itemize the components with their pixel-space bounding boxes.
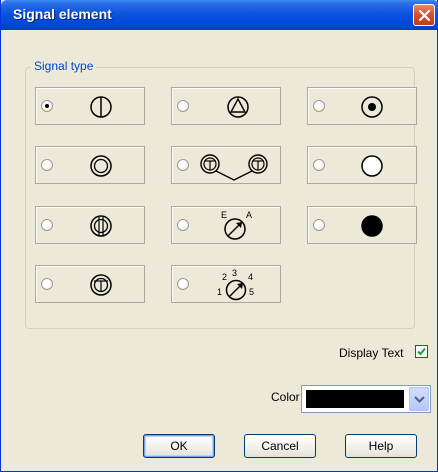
option-meter-multi[interactable]: 2 3 4 1 5 bbox=[171, 265, 281, 303]
double-t-lamps-icon bbox=[200, 154, 268, 181]
color-dropdown-button[interactable] bbox=[409, 387, 429, 411]
double-circle-icon bbox=[90, 155, 112, 177]
option-lamp-double-ring[interactable] bbox=[35, 146, 145, 184]
gauge-multi-icon: 2 3 4 1 5 bbox=[217, 268, 254, 301]
gauge-ea-icon: E A bbox=[221, 210, 252, 240]
color-label: Color bbox=[271, 390, 300, 404]
circle-t-icon bbox=[90, 274, 112, 296]
filled-circle-icon bbox=[361, 215, 383, 237]
close-button[interactable] bbox=[413, 4, 435, 26]
gauge-label-e: E bbox=[221, 210, 227, 220]
gauge-label-5: 5 bbox=[249, 287, 254, 297]
ok-button[interactable]: OK bbox=[143, 434, 215, 458]
display-text-checkbox[interactable] bbox=[415, 345, 428, 358]
gauge-label-4: 4 bbox=[248, 272, 253, 282]
option-lamp-filled[interactable] bbox=[307, 206, 417, 244]
close-icon bbox=[418, 9, 431, 22]
circle-vertical-line-icon bbox=[90, 96, 112, 118]
circle-triangle-icon bbox=[227, 96, 249, 118]
option-meter-ea[interactable]: E A bbox=[171, 206, 281, 244]
option-lamp-t-ring[interactable] bbox=[35, 265, 145, 303]
signal-type-label: Signal type bbox=[31, 59, 97, 73]
color-dropdown[interactable] bbox=[301, 385, 431, 413]
option-lamp-double-vertical[interactable] bbox=[35, 206, 145, 244]
title-bar[interactable]: Signal element bbox=[1, 0, 438, 30]
help-button[interactable]: Help bbox=[345, 434, 417, 458]
checkmark-icon bbox=[417, 347, 426, 356]
empty-circle-icon bbox=[361, 155, 383, 177]
color-swatch bbox=[306, 390, 404, 408]
option-lamp-vertical-divided[interactable] bbox=[35, 87, 145, 125]
circle-dot-icon bbox=[361, 96, 383, 118]
gauge-label-a: A bbox=[246, 210, 252, 220]
gauge-label-2: 2 bbox=[222, 272, 227, 282]
gauge-label-1: 1 bbox=[217, 287, 222, 297]
option-lamp-dot[interactable] bbox=[307, 87, 417, 125]
chevron-down-icon bbox=[414, 396, 425, 403]
circle-double-vertical-icon bbox=[90, 215, 112, 237]
option-lamp-empty[interactable] bbox=[307, 146, 417, 184]
display-text-label: Display Text bbox=[339, 346, 404, 360]
window-title: Signal element bbox=[13, 6, 112, 22]
signal-element-dialog: Signal element Signal type E A 2 3 4 1 5… bbox=[0, 0, 438, 472]
cancel-button[interactable]: Cancel bbox=[244, 434, 316, 458]
gauge-label-3: 3 bbox=[232, 268, 237, 278]
option-lamp-triangle[interactable] bbox=[171, 87, 281, 125]
option-lamp-double-t-connected[interactable] bbox=[171, 146, 281, 184]
